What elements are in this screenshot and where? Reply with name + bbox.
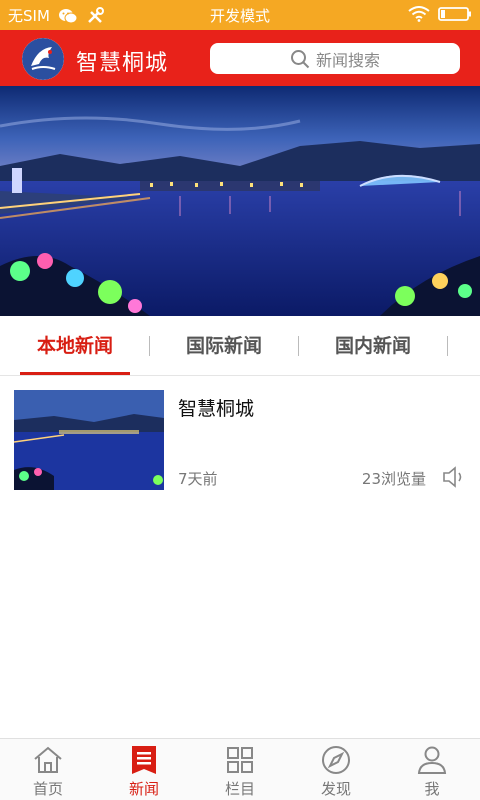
news-title: 智慧桐城 [178, 398, 255, 420]
nav-news-label: 新闻 [128, 780, 159, 798]
tab-domestic-news[interactable]: 国内新闻 [308, 316, 438, 376]
nav-me[interactable]: 我 [384, 739, 480, 800]
nav-discover[interactable]: 发现 [288, 739, 384, 800]
banner-image[interactable] [0, 86, 480, 316]
search-placeholder: 新闻搜索 [315, 50, 380, 70]
tab-active-indicator [20, 372, 130, 375]
nav-home[interactable]: 首页 [0, 739, 96, 800]
news-view-count: 23浏览量 [361, 470, 426, 488]
news-icon [132, 746, 156, 774]
search-icon [290, 49, 310, 68]
tab-divider [447, 336, 448, 356]
nav-discover-label: 发现 [320, 780, 351, 798]
nav-columns[interactable]: 栏目 [192, 739, 288, 800]
battery-icon [438, 7, 471, 21]
tab-international-news[interactable]: 国际新闻 [159, 316, 289, 376]
status-bar: 无SIM 开发模式 [0, 0, 480, 30]
bottom-nav: 首页 新闻 栏目 发现 我 [0, 738, 480, 800]
app-title: 智慧桐城 [76, 51, 169, 76]
nav-home-label: 首页 [32, 780, 63, 798]
tab-divider [298, 336, 299, 356]
app-header: 智慧桐城 新闻搜索 [0, 30, 480, 86]
wifi-icon [408, 6, 430, 22]
news-list-item[interactable]: 智慧桐城 7天前 23浏览量 [0, 376, 480, 504]
app-logo [22, 38, 64, 80]
speaker-icon[interactable] [442, 466, 466, 488]
tab-local-news[interactable]: 本地新闻 [10, 316, 140, 376]
grid-icon [227, 747, 253, 773]
home-icon [34, 746, 62, 773]
status-right [408, 6, 472, 22]
news-tabs: 本地新闻 国际新闻 国内新闻 [0, 316, 480, 376]
news-time: 7天前 [178, 470, 218, 488]
nav-me-label: 我 [424, 780, 440, 798]
nav-news[interactable]: 新闻 [96, 739, 192, 800]
compass-icon [322, 746, 350, 774]
tab-divider [149, 336, 150, 356]
nav-columns-label: 栏目 [224, 780, 255, 798]
user-icon [417, 746, 447, 774]
search-input[interactable]: 新闻搜索 [210, 43, 460, 74]
news-thumbnail [14, 390, 164, 490]
